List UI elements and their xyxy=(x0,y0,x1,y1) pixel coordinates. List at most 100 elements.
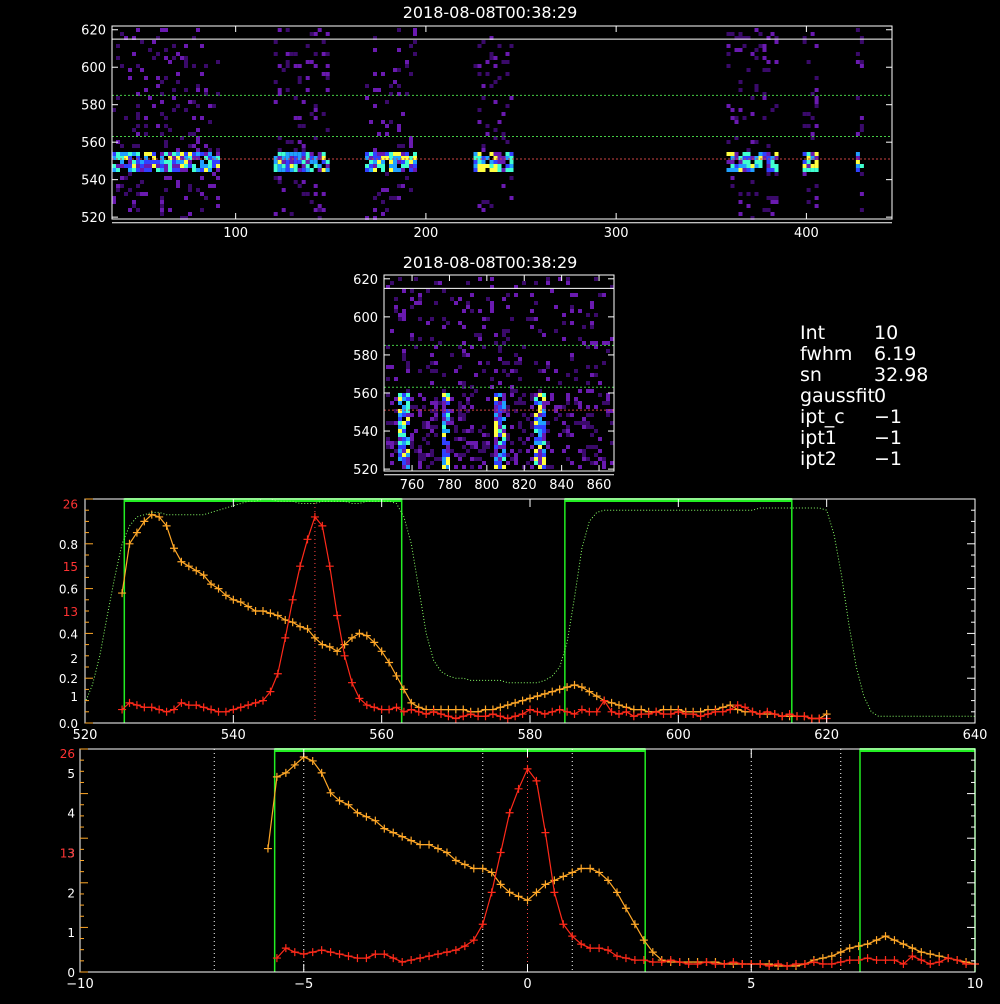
heat-pixel xyxy=(430,337,434,341)
heat-pixel xyxy=(301,152,306,156)
heat-pixel xyxy=(402,449,406,453)
heat-pixel xyxy=(502,397,506,401)
info-row-ipt2: ipt2 −1 xyxy=(800,449,928,470)
heat-pixel xyxy=(281,152,286,156)
left-tick-label: 0.8 xyxy=(59,538,78,552)
heat-pixel xyxy=(164,76,168,80)
heat-pixel xyxy=(502,429,506,433)
heat-pixel xyxy=(470,429,474,433)
info-row-sn: sn 32.98 xyxy=(800,365,928,386)
heat-pixel xyxy=(498,457,502,461)
heat-pixel xyxy=(554,329,558,333)
heat-pixel xyxy=(402,429,406,433)
heat-pixel xyxy=(434,417,438,421)
heat-pixel xyxy=(538,441,542,445)
heat-pixel xyxy=(430,401,434,405)
heat-pixel xyxy=(546,365,550,369)
heat-pixel xyxy=(430,369,434,373)
heat-pixel xyxy=(802,168,807,172)
heat-pixel xyxy=(273,80,278,84)
heat-pixel xyxy=(406,389,410,393)
heat-pixel xyxy=(413,28,417,32)
heat-pixel xyxy=(401,112,405,116)
heat-pixel xyxy=(485,200,490,204)
heat-pixel xyxy=(385,208,389,212)
heat-pixel xyxy=(859,60,864,64)
heat-pixel xyxy=(409,160,413,164)
heat-pixel xyxy=(156,164,160,168)
heat-pixel xyxy=(498,381,502,385)
heat-pixel xyxy=(140,168,144,172)
heat-pixel xyxy=(160,160,164,164)
heat-pixel xyxy=(538,457,542,461)
heat-pixel xyxy=(538,421,542,425)
heat-pixel xyxy=(486,397,490,401)
heat-pixel xyxy=(446,457,450,461)
heat-pixel xyxy=(116,56,120,60)
heat-pixel xyxy=(192,168,196,172)
heat-pixel xyxy=(538,465,542,469)
heat-pixel xyxy=(466,397,470,401)
heat-pixel xyxy=(542,401,546,405)
heat-pixel xyxy=(454,429,458,433)
heat-pixel xyxy=(502,329,506,333)
heat-pixel xyxy=(293,96,298,100)
heat-pixel xyxy=(156,84,160,88)
heat-pixel xyxy=(112,164,116,168)
heat-pixel xyxy=(398,417,402,421)
heat-pixel xyxy=(390,461,394,465)
heat-pixel xyxy=(281,188,286,192)
heat-pixel xyxy=(381,212,385,216)
heat-pixel xyxy=(606,349,610,353)
heat-pixel xyxy=(562,313,566,317)
heat-pixel xyxy=(477,168,482,172)
heat-pixel xyxy=(418,393,422,397)
heat-pixel xyxy=(216,152,220,156)
heat-pixel xyxy=(313,208,318,212)
heat-pixel xyxy=(422,421,426,425)
heat-pixel xyxy=(810,116,815,120)
heat-pixel xyxy=(578,405,582,409)
heat-pixel xyxy=(542,409,546,413)
heat-pixel xyxy=(450,397,454,401)
heat-pixel xyxy=(481,200,486,204)
heat-pixel xyxy=(128,152,132,156)
x-tick-label: 10 xyxy=(967,977,984,992)
heat-pixel xyxy=(390,401,394,405)
heat-pixel xyxy=(132,128,136,132)
heat-pixel xyxy=(196,28,200,32)
heat-pixel xyxy=(397,168,401,172)
heat-pixel xyxy=(770,108,775,112)
heat-pixel xyxy=(281,208,286,212)
heat-pixel xyxy=(418,369,422,373)
heat-pixel xyxy=(410,405,414,409)
heat-pixel xyxy=(212,172,216,176)
heat-pixel xyxy=(293,168,298,172)
heat-pixel xyxy=(586,405,590,409)
heat-pixel xyxy=(401,160,405,164)
heat-pixel xyxy=(393,80,397,84)
heat-pixel xyxy=(502,445,506,449)
heat-pixel xyxy=(538,393,542,397)
heat-pixel xyxy=(301,144,306,148)
heat-pixel xyxy=(750,96,755,100)
heat-pixel xyxy=(442,413,446,417)
heat-pixel xyxy=(506,293,510,297)
heat-pixel xyxy=(458,381,462,385)
heat-pixel xyxy=(458,417,462,421)
heat-pixel xyxy=(522,441,526,445)
heat-pixel xyxy=(289,212,294,216)
heat-pixel xyxy=(474,441,478,445)
heat-pixel xyxy=(726,32,731,36)
heat-pixel xyxy=(770,168,775,172)
heat-pixel xyxy=(502,297,506,301)
heat-pixel xyxy=(859,192,864,196)
heat-pixel xyxy=(394,449,398,453)
heat-pixel xyxy=(393,160,397,164)
heat-pixel xyxy=(390,421,394,425)
heat-pixel xyxy=(398,453,402,457)
heat-pixel xyxy=(582,417,586,421)
info-value: −1 xyxy=(874,406,903,428)
heat-pixel xyxy=(730,108,735,112)
heat-pixel xyxy=(377,164,381,168)
